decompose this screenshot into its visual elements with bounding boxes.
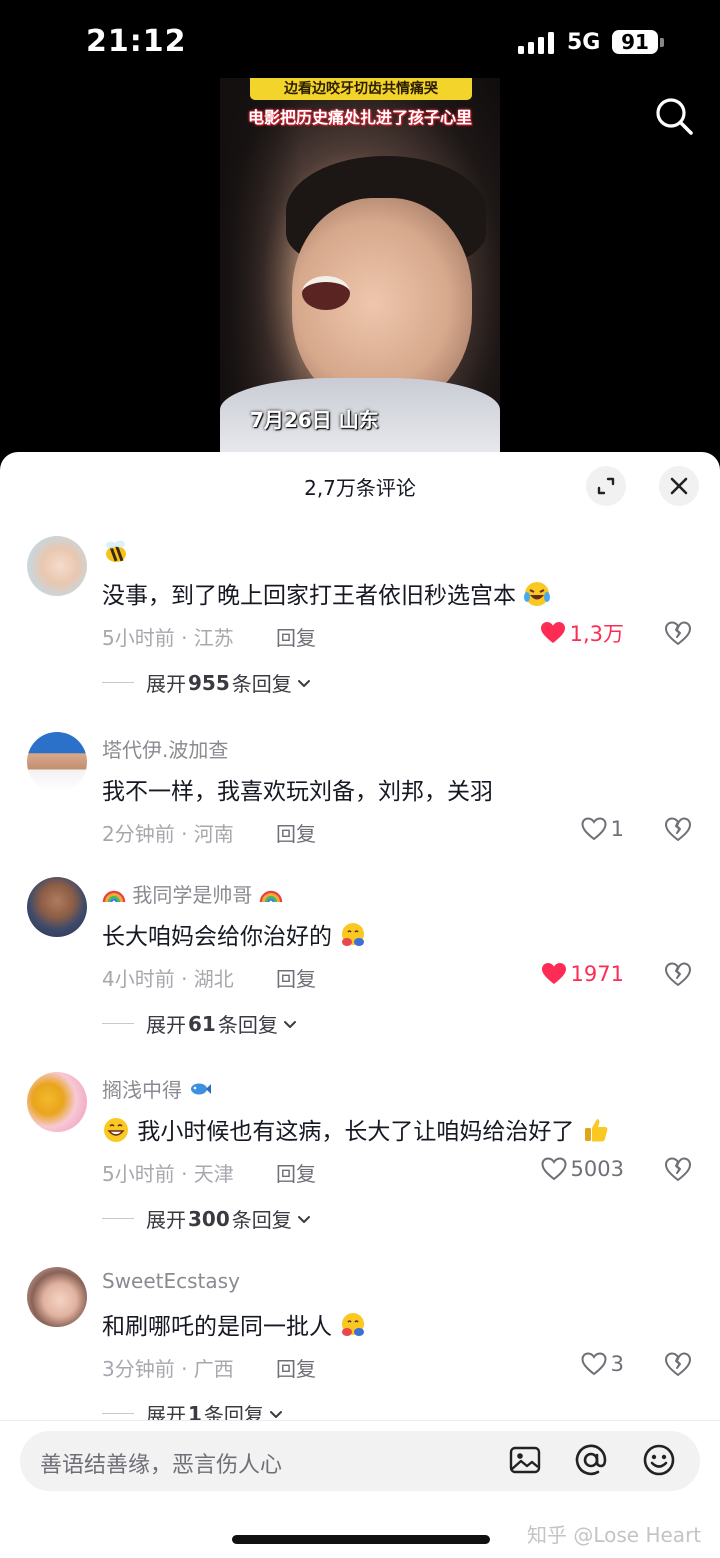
chevron-down-icon [283, 1020, 296, 1028]
broken-heart-icon[interactable] [664, 816, 692, 842]
comment-text: 我小时候也有这病，长大了让咱妈给治好了 [102, 1112, 610, 1146]
reply-button[interactable]: 回复 [276, 963, 316, 992]
comment-time-location: 2分钟前 · 河南 [102, 822, 234, 846]
heart-filled-icon [541, 963, 566, 984]
status-bar: 21:12 5G 91 [0, 0, 720, 80]
comment-username[interactable]: 塔代伊.波加查 [102, 734, 228, 763]
network-type: 5G [567, 30, 601, 55]
like-button[interactable]: 1971 [541, 961, 624, 987]
hugging-emoji-icon [342, 923, 365, 946]
comment-time-location: 3分钟前 · 广西 [102, 1357, 234, 1381]
divider [102, 682, 134, 683]
chevron-down-icon [297, 679, 310, 687]
comment-text: 我不一样，我喜欢玩刘备，刘邦，关羽 [102, 779, 493, 805]
avatar[interactable] [27, 877, 87, 937]
avatar[interactable] [27, 1267, 87, 1327]
signal-icon [518, 32, 554, 54]
video-child-mouth [302, 276, 350, 310]
like-button[interactable]: 1,3万 [540, 620, 624, 646]
expand-replies[interactable]: 展开 955 条回复 [102, 668, 312, 697]
broken-heart-icon[interactable] [664, 1351, 692, 1377]
comment-time-location: 5小时前 · 江苏 [102, 626, 234, 650]
comment-input-bar: 善语结善缘，恶言伤人心 知乎 @Lose Heart [0, 1420, 720, 1558]
rainbow-emoji-icon [259, 890, 282, 903]
broken-heart-icon[interactable] [664, 620, 692, 646]
avatar[interactable] [27, 1072, 87, 1132]
heart-outline-icon [581, 817, 607, 841]
like-button[interactable]: 5003 [541, 1156, 624, 1182]
laughing-tears-emoji-icon [524, 582, 551, 606]
comment-username[interactable]: SweetEcstasy [102, 1269, 240, 1293]
home-indicator[interactable] [232, 1535, 490, 1544]
hugging-emoji-icon [342, 1313, 365, 1336]
reply-button[interactable]: 回复 [276, 1158, 316, 1187]
video-banner-top: 边看边咬牙切齿共情痛哭 [250, 78, 472, 100]
expand-button[interactable] [586, 466, 626, 506]
grinning-emoji-icon [104, 1118, 128, 1142]
comment-input-placeholder: 善语结善缘，恶言伤人心 [40, 1453, 283, 1478]
like-count: 1,3万 [569, 622, 624, 646]
like-button[interactable]: 1 [581, 816, 624, 842]
like-count: 3 [610, 1352, 624, 1376]
video-player[interactable]: 边看边咬牙切齿共情痛哭 电影把历史痛处扎进了孩子心里 7月26日 山东 [220, 78, 500, 458]
expand-icon [597, 477, 615, 495]
like-button[interactable]: 3 [581, 1351, 624, 1377]
comment-username[interactable]: 我同学是帅哥 [102, 879, 283, 908]
comment-text: 没事，到了晚上回家打王者依旧秒选宫本 [102, 576, 551, 610]
emoji-icon[interactable] [642, 1443, 676, 1477]
thumbs-up-emoji-icon [584, 1119, 608, 1142]
battery-tip [660, 38, 664, 47]
broken-heart-icon[interactable] [664, 1156, 692, 1182]
mention-icon[interactable] [574, 1443, 608, 1477]
bee-emoji-icon [106, 540, 126, 562]
divider [102, 1218, 134, 1219]
chevron-down-icon [297, 1215, 310, 1223]
comment-input[interactable]: 善语结善缘，恶言伤人心 [20, 1431, 700, 1491]
divider [102, 1023, 134, 1024]
battery-icon: 91 [612, 30, 658, 54]
comment-username[interactable]: 搁浅中得 [102, 1074, 212, 1103]
close-icon [670, 477, 688, 495]
broken-heart-icon[interactable] [664, 961, 692, 987]
avatar[interactable] [27, 732, 87, 792]
heart-outline-icon [541, 1157, 567, 1181]
expand-replies[interactable]: 展开 300 条回复 [102, 1204, 312, 1233]
like-count: 1 [610, 817, 624, 841]
comment-time-location: 5小时前 · 天津 [102, 1162, 234, 1186]
expand-replies[interactable]: 展开 61 条回复 [102, 1009, 298, 1038]
comment-time-location: 4小时前 · 湖北 [102, 967, 234, 991]
reply-button[interactable]: 回复 [276, 622, 316, 651]
heart-filled-icon [540, 622, 565, 643]
reply-button[interactable]: 回复 [276, 1353, 316, 1382]
comment-username[interactable] [102, 538, 130, 566]
like-count: 1971 [570, 962, 624, 986]
video-date-location: 7月26日 山东 [250, 408, 379, 432]
search-icon[interactable] [654, 96, 694, 136]
like-count: 5003 [570, 1157, 624, 1181]
fish-emoji-icon [191, 1083, 212, 1095]
image-icon[interactable] [508, 1443, 542, 1477]
comment-text: 长大咱妈会给你治好的 [102, 917, 367, 951]
avatar[interactable] [27, 536, 87, 596]
reply-button[interactable]: 回复 [276, 818, 316, 847]
divider [102, 1413, 134, 1414]
comment-sheet: 2,7万条评论 没事，到了晚上回家打王者依旧秒选宫本 5小时前 · 江苏 回复 … [0, 452, 720, 1558]
status-time: 21:12 [86, 24, 187, 59]
comment-text: 和刷哪吒的是同一批人 [102, 1307, 367, 1341]
close-button[interactable] [659, 466, 699, 506]
heart-outline-icon [581, 1352, 607, 1376]
watermark: 知乎 @Lose Heart [527, 1523, 702, 1547]
rainbow-emoji-icon [102, 890, 126, 903]
video-banner-main: 电影把历史痛处扎进了孩子心里 [247, 108, 472, 127]
